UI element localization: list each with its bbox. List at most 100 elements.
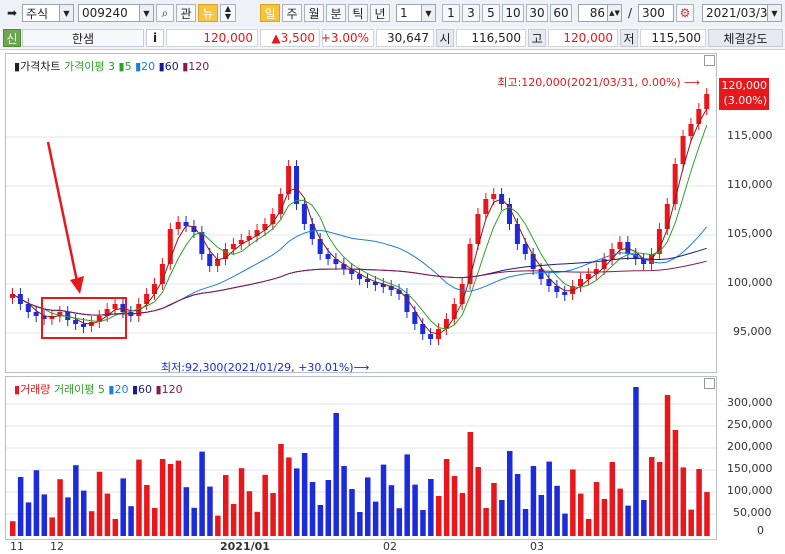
period-month-button[interactable]: 월 [304,4,324,22]
volume-bar [49,517,55,536]
candle-body [294,166,299,204]
chevron-down-icon[interactable]: ▼ [139,5,153,21]
candle-body [428,334,434,339]
volume-bar [522,509,529,536]
unit-60-button[interactable]: 60 [550,4,572,22]
maximize-icon[interactable] [704,378,715,389]
volume-bar [301,453,308,536]
volume-bar [57,479,63,536]
current-price-tag-value: 120,000 [721,79,768,92]
y-tick: 200,000 [727,440,773,453]
unit-select[interactable]: 1 ▼ [396,4,436,22]
period-tick-button[interactable]: 틱 [348,4,368,22]
legend-ma-3: 3 [108,60,116,73]
volume-bar [451,476,458,536]
candle-body [617,242,623,249]
candle-body [175,222,181,229]
volume-bar [649,457,655,536]
related-button[interactable]: 관 [176,4,196,22]
annotation-arrowhead [70,276,84,294]
total-input[interactable]: 300 [638,4,674,22]
volume-bar [333,413,339,536]
volume-bar [578,493,584,536]
search-icon[interactable]: ⌕ [156,4,174,22]
x-tick: 12 [50,540,64,553]
volume-bar [73,465,79,536]
chevron-down-icon[interactable]: ▼ [421,5,435,21]
strength-label: 체결강도 [708,29,783,47]
volume-bar [199,451,205,536]
date-select-value: 2021/03/31 [706,6,776,20]
volume-bar [530,466,537,536]
high-price: 120,000 [548,29,618,47]
period-year-button[interactable]: 년 [370,4,390,22]
info-button[interactable]: i [146,29,164,47]
current-price: 120,000 [166,29,258,47]
count-stepper[interactable]: ▲▼ [607,5,621,21]
volume-bar [538,495,545,536]
low-annotation: 최저:92,300(2021/01/29, +30.01%)⟶ [161,361,370,374]
price-chart-panel[interactable]: ▮가격차트 가격이평 3 ▮5 ▮20 ▮60 ▮120 최고:120,000(… [5,53,717,374]
candle-body [112,304,118,309]
volume-bar [704,492,710,536]
volume-chart-canvas [6,387,716,536]
maximize-icon[interactable] [704,55,715,66]
period-week-button[interactable]: 주 [282,4,302,22]
candle-body [680,136,686,164]
unit-1-button[interactable]: 1 [442,4,460,22]
x-tick: 2021/01 [220,540,270,553]
candle-body [491,194,497,199]
unit-30-button[interactable]: 30 [526,4,548,22]
volume-bar [215,515,221,536]
volume-chart-panel[interactable]: ▮거래량 거래이평 5 ▮20 ▮60 ▮120 [5,376,717,540]
x-tick: 03 [530,540,544,553]
candle-body [688,124,694,136]
volume-value: 30,647 [376,29,434,47]
y-tick: 95,000 [733,325,772,338]
volume-bar [664,395,671,536]
unit-3-button[interactable]: 3 [462,4,480,22]
volume-bar [372,501,379,536]
volume-bar [136,459,142,536]
candle-body [81,324,86,327]
volume-bar [641,500,647,536]
news-button[interactable]: 뉴 [198,4,218,22]
volume-bar [593,482,600,536]
market-select[interactable]: 주식 ▼ [22,4,74,22]
slash-label: / [627,6,633,20]
volume-bar [349,489,355,536]
volume-bar [499,500,505,536]
volume-bar [120,478,126,536]
volume-bar [175,460,182,536]
volume-bar [317,505,324,536]
link-arrow-icon[interactable]: ➡ [3,4,21,22]
volume-bar [396,508,403,536]
volume-bar [159,459,166,536]
volume-bar [309,482,316,536]
market-select-value: 주식 [26,6,49,21]
updown-stepper[interactable]: ▲ ▼ [220,4,236,22]
period-minute-button[interactable]: 분 [326,4,346,22]
volume-bar [112,519,119,536]
volume-bar [238,468,245,536]
candle-body [443,319,449,329]
volume-bar [672,430,679,536]
unit-5-button[interactable]: 5 [482,4,500,22]
settings-icon[interactable]: ⚙ [676,4,694,22]
low-label: 저 [620,29,638,47]
code-input[interactable]: 009240 ▼ [78,4,154,22]
volume-bar [554,485,560,536]
chevron-down-icon[interactable]: ▼ [767,5,781,21]
y-tick: 105,000 [727,227,773,240]
volume-bar [152,508,158,536]
count-input[interactable]: 86 ▲▼ [578,4,622,22]
period-day-button[interactable]: 일 [260,4,280,22]
date-select[interactable]: 2021/03/31 ▼ [702,4,782,22]
unit-10-button[interactable]: 10 [502,4,524,22]
volume-bar [404,454,410,536]
count-input-value: 86 [589,6,605,20]
y-tick: 50,000 [733,506,772,519]
chevron-down-icon[interactable]: ▼ [59,5,73,21]
volume-bar [341,466,347,536]
volume-bar [436,496,442,536]
